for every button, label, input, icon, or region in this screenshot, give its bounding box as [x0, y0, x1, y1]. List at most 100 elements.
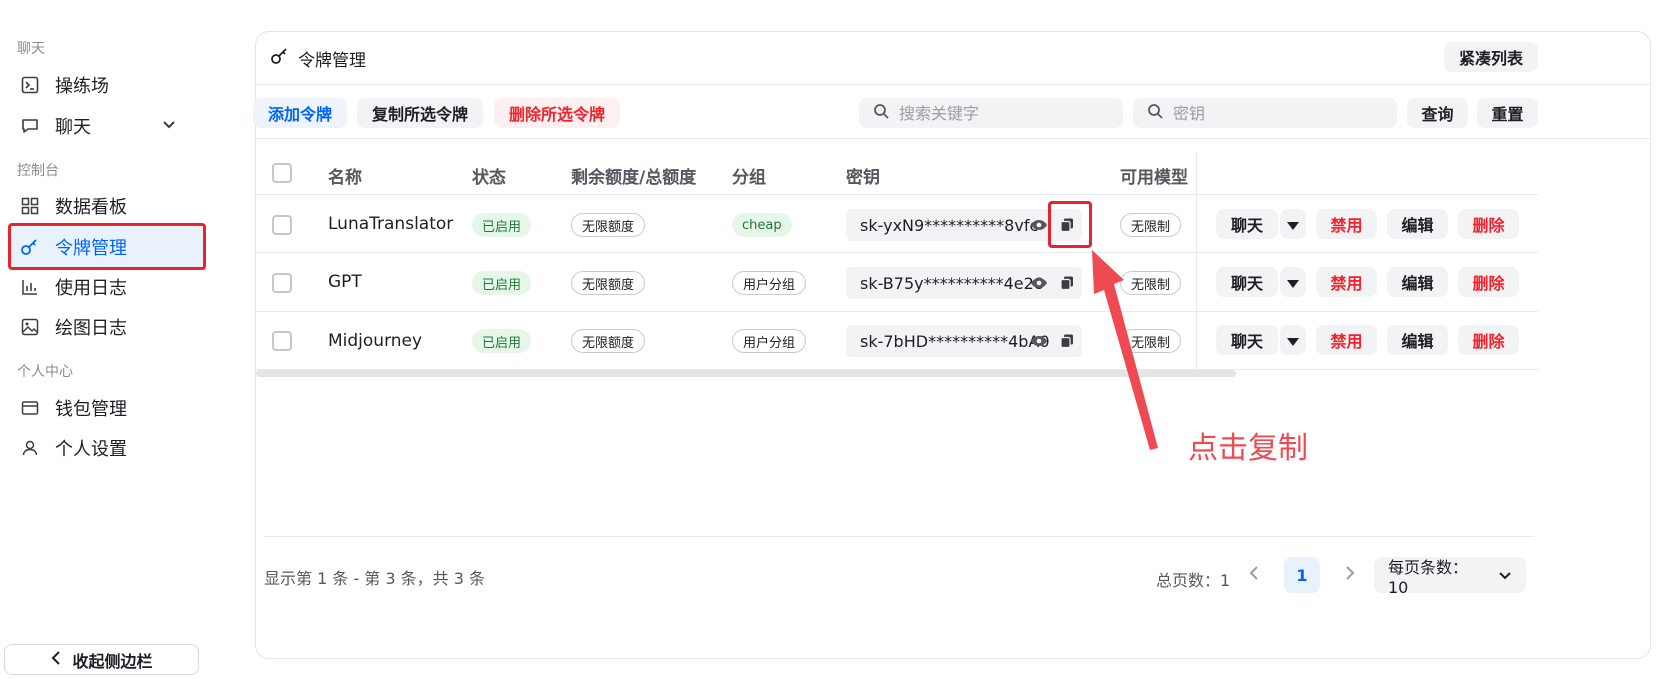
- sidebar-item-label: 使用日志: [55, 278, 127, 299]
- search-keyword-input[interactable]: [899, 103, 1119, 123]
- reset-button[interactable]: 重置: [1477, 98, 1538, 128]
- quota-badge: 无限额度: [571, 329, 646, 353]
- collapse-sidebar-button[interactable]: 收起侧边栏: [4, 644, 199, 675]
- add-token-button[interactable]: 添加令牌: [253, 98, 347, 128]
- column-header-name: 名称: [328, 168, 362, 188]
- key-icon: [270, 46, 290, 71]
- status-badge: 已启用: [472, 271, 532, 295]
- edit-button[interactable]: 编辑: [1387, 325, 1448, 355]
- caret-down-icon: [1287, 215, 1299, 234]
- chat-button[interactable]: 聊天: [1216, 267, 1278, 297]
- select-all-checkbox[interactable]: [272, 163, 292, 183]
- row-checkbox[interactable]: [272, 273, 292, 293]
- page-title-text: 令牌管理: [298, 51, 366, 71]
- token-key-text: sk-yxN9**********8vfc: [860, 215, 1039, 235]
- token-name: LunaTranslator: [328, 214, 454, 234]
- disable-button[interactable]: 禁用: [1316, 267, 1377, 297]
- search-keyword-field[interactable]: [859, 98, 1123, 128]
- copy-icon[interactable]: [1055, 329, 1079, 353]
- sidebar-item-chat[interactable]: 聊天: [10, 106, 205, 146]
- chat-button[interactable]: 聊天: [1216, 209, 1278, 239]
- disable-button[interactable]: 禁用: [1316, 325, 1377, 355]
- search-key-input[interactable]: [1173, 103, 1393, 123]
- row-checkbox[interactable]: [272, 331, 292, 351]
- token-name: GPT: [328, 272, 362, 292]
- prev-page-button[interactable]: [1236, 557, 1272, 593]
- column-divider: [1196, 152, 1197, 369]
- bar-chart-icon: [19, 276, 41, 298]
- sidebar-item-wallet[interactable]: 钱包管理: [10, 388, 205, 428]
- sidebar-item-usage-log[interactable]: 使用日志: [10, 267, 205, 307]
- total-pages: 总页数：1: [1156, 571, 1231, 590]
- delete-button[interactable]: 删除: [1458, 209, 1519, 239]
- page-title: 令牌管理: [270, 46, 366, 71]
- query-button[interactable]: 查询: [1407, 98, 1468, 128]
- sidebar-item-personal-settings[interactable]: 个人设置: [10, 428, 205, 468]
- chat-dropdown-button[interactable]: [1280, 325, 1306, 355]
- edit-button[interactable]: 编辑: [1387, 267, 1448, 297]
- search-icon: [873, 103, 889, 123]
- highlight-box: [8, 223, 206, 270]
- page-button-1[interactable]: 1: [1284, 557, 1320, 593]
- column-header-quota: 剩余额度/总额度: [571, 168, 697, 188]
- chat-dropdown-button[interactable]: [1280, 209, 1306, 239]
- section-label-personal: 个人中心: [17, 364, 73, 380]
- sidebar-item-label: 数据看板: [55, 197, 127, 218]
- search-icon: [1147, 103, 1163, 123]
- chat-button[interactable]: 聊天: [1216, 325, 1278, 355]
- collapse-sidebar-label: 收起侧边栏: [72, 651, 153, 671]
- divider: [256, 138, 1652, 139]
- divider: [256, 84, 1652, 85]
- pagination-summary: 显示第 1 条 - 第 3 条，共 3 条: [264, 569, 486, 588]
- status-badge: 已启用: [472, 213, 532, 237]
- per-page-select[interactable]: 每页条数：10: [1374, 557, 1526, 597]
- divider: [264, 536, 1534, 537]
- delete-selected-tokens-button[interactable]: 删除所选令牌: [494, 98, 620, 128]
- chat-dropdown-button[interactable]: [1280, 267, 1306, 297]
- chevron-left-icon: [1249, 565, 1259, 585]
- chevron-right-icon: [1345, 565, 1355, 585]
- group-badge: 用户分组: [732, 329, 807, 353]
- copy-icon[interactable]: [1055, 271, 1079, 295]
- sidebar-item-label: 聊天: [55, 117, 91, 138]
- wallet-icon: [19, 397, 41, 419]
- group-badge: cheap: [732, 213, 792, 237]
- sidebar-item-label: 钱包管理: [55, 399, 127, 420]
- column-header-status: 状态: [472, 168, 506, 188]
- delete-button[interactable]: 删除: [1458, 267, 1519, 297]
- caret-down-icon: [1287, 273, 1299, 292]
- chevron-left-icon: [50, 650, 62, 669]
- sidebar-item-label: 绘图日志: [55, 318, 127, 339]
- group-badge: 用户分组: [732, 271, 807, 295]
- token-management-card: 令牌管理 紧凑列表 添加令牌 复制所选令牌 删除所选令牌 查询 重置 名称 状态…: [253, 31, 1652, 659]
- eye-icon[interactable]: [1027, 271, 1051, 295]
- dashboard-icon: [19, 195, 41, 217]
- eye-icon[interactable]: [1027, 329, 1051, 353]
- sidebar-item-drawing-log[interactable]: 绘图日志: [10, 307, 205, 347]
- divider: [256, 252, 1538, 253]
- user-icon: [19, 437, 41, 459]
- disable-button[interactable]: 禁用: [1316, 209, 1377, 239]
- search-key-field[interactable]: [1133, 98, 1397, 128]
- delete-button[interactable]: 删除: [1458, 325, 1519, 355]
- annotation-text: 点击复制: [1188, 431, 1308, 466]
- per-page-label: 每页条数：10: [1388, 557, 1469, 597]
- next-page-button[interactable]: [1332, 557, 1368, 593]
- column-header-group: 分组: [732, 168, 766, 188]
- copy-selected-tokens-button[interactable]: 复制所选令牌: [357, 98, 483, 128]
- sidebar-item-playground[interactable]: 操练场: [10, 65, 205, 105]
- chevron-down-icon[interactable]: [161, 116, 177, 137]
- divider: [256, 311, 1538, 312]
- compact-list-button[interactable]: 紧凑列表: [1444, 42, 1538, 72]
- caret-down-icon: [1287, 331, 1299, 350]
- quota-badge: 无限额度: [571, 271, 646, 295]
- sidebar-item-label: 个人设置: [55, 439, 127, 460]
- edit-button[interactable]: 编辑: [1387, 209, 1448, 239]
- sidebar-item-dashboard[interactable]: 数据看板: [10, 186, 205, 226]
- chat-icon: [19, 115, 41, 137]
- row-checkbox[interactable]: [272, 215, 292, 235]
- section-label-console: 控制台: [17, 163, 59, 179]
- models-badge: 无限制: [1120, 213, 1182, 237]
- status-badge: 已启用: [472, 329, 532, 353]
- image-icon: [19, 316, 41, 338]
